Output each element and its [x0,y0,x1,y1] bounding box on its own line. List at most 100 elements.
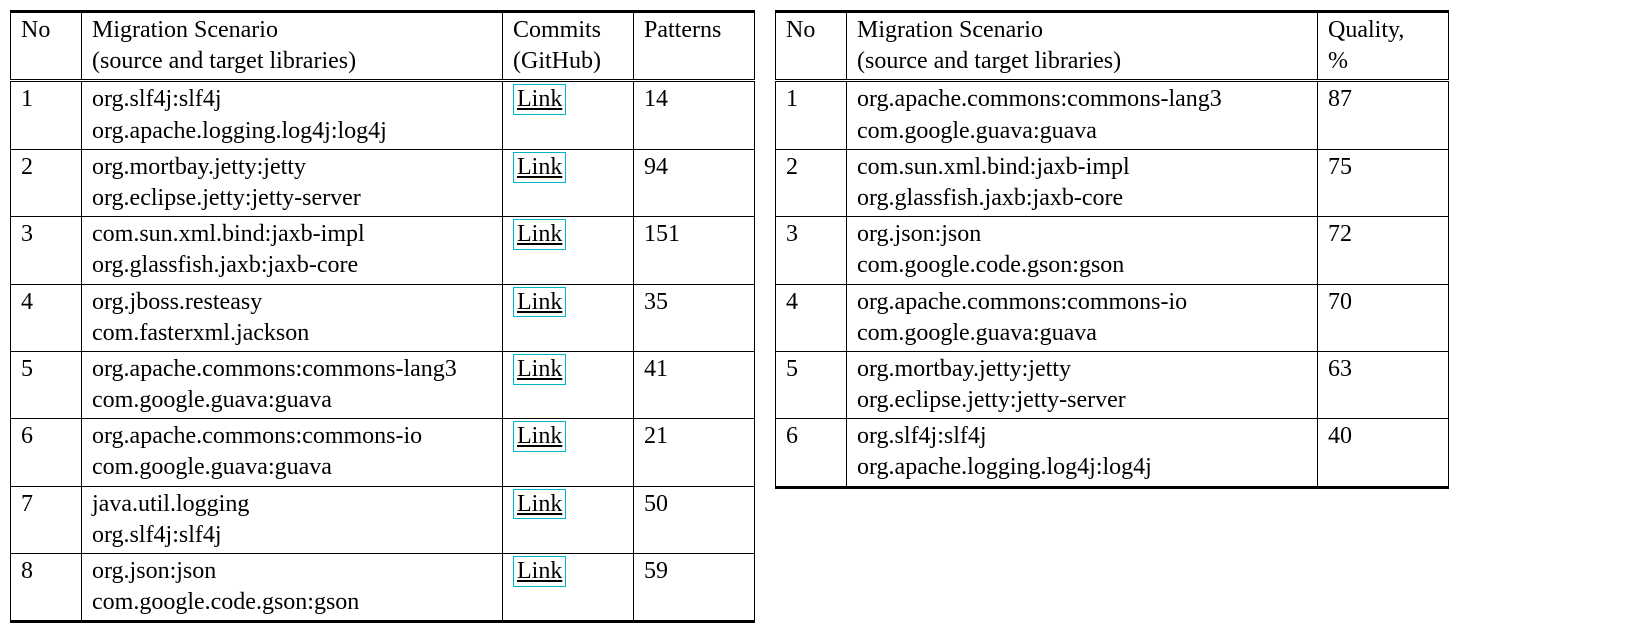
cell-patterns: 41 [634,351,755,418]
cell-scenario: org.json:json com.google.code.gson:gson [847,217,1318,284]
cell-scenario: org.mortbay.jetty:jetty org.eclipse.jetty… [847,351,1318,418]
scenario-target: org.slf4j:slf4j [92,522,222,548]
commits-patterns-table: No Migration Scenario (source and target… [10,10,755,623]
cell-commits: Link [503,149,634,216]
col-scenario: Migration Scenario (source and target li… [82,12,503,81]
cell-no: 1 [11,81,82,149]
commit-link[interactable]: Link [513,489,566,520]
cell-scenario: org.mortbay.jetty:jetty org.eclipse.jetty… [82,149,503,216]
cell-no: 7 [11,486,82,553]
scenario-source: org.apache.commons:commons-io [92,423,422,449]
col-patterns: Patterns [634,12,755,81]
cell-scenario: com.sun.xml.bind:jaxb-impl org.glassfish.… [82,217,503,284]
table-row: 1 org.slf4j:slf4j org.apache.logging.log4j… [11,81,755,149]
cell-quality: 72 [1318,217,1449,284]
scenario-source: org.apache.commons:commons-io [857,289,1187,315]
commit-link[interactable]: Link [513,421,566,452]
cell-patterns: 21 [634,419,755,486]
scenario-target: org.apache.logging.log4j:log4j [92,118,387,144]
cell-commits: Link [503,554,634,622]
table-row: 7java.util.loggingorg.slf4j:slf4jLink50 [11,486,755,553]
scenario-target: com.google.code.gson:gson [92,589,359,615]
scenario-source: org.jboss.resteasy [92,289,262,315]
col-commits-l2: (GitHub) [513,48,601,74]
table-row: 2 org.mortbay.jetty:jetty org.eclipse.jett… [11,149,755,216]
scenario-target: com.google.code.gson:gson [857,252,1124,278]
scenario-source: com.sun.xml.bind:jaxb-impl [857,154,1130,180]
cell-commits: Link [503,351,634,418]
cell-no: 5 [11,351,82,418]
table-row: 3 com.sun.xml.bind:jaxb-impl org.glassfish… [11,217,755,284]
scenario-target: org.glassfish.jaxb:jaxb-core [857,185,1123,211]
cell-quality: 63 [1318,351,1449,418]
commit-link[interactable]: Link [513,152,566,183]
scenario-source: org.mortbay.jetty:jetty [857,356,1071,382]
col-commits-l1: Commits [513,17,601,43]
col-scenario: Migration Scenario (source and target li… [847,12,1318,81]
col-no: No [776,12,847,81]
cell-scenario: org.apache.commons:commons-lang3 com.goog… [847,81,1318,149]
cell-commits: Link [503,486,634,553]
cell-commits: Link [503,419,634,486]
table-row: 5org.apache.commons:commons-lang3com.goo… [11,351,755,418]
cell-scenario: org.apache.commons:commons-lang3com.goog… [82,351,503,418]
col-quality-l2: % [1328,48,1348,74]
cell-scenario: org.jboss.resteasy com.fasterxml.jackson [82,284,503,351]
cell-quality: 70 [1318,284,1449,351]
col-scenario-l1: Migration Scenario [857,17,1043,43]
cell-patterns: 59 [634,554,755,622]
scenario-target: com.google.guava:guava [857,320,1097,346]
cell-patterns: 94 [634,149,755,216]
quality-table: No Migration Scenario (source and target… [775,10,1449,489]
scenario-target: org.eclipse.jetty:jetty-server [92,185,361,211]
scenario-target: org.glassfish.jaxb:jaxb-core [92,252,358,278]
scenario-source: org.json:json [857,221,981,247]
cell-no: 8 [11,554,82,622]
scenario-source: com.sun.xml.bind:jaxb-impl [92,221,365,247]
table-row: 3org.json:jsoncom.google.code.gson:gson7… [776,217,1449,284]
cell-scenario: org.apache.commons:commons-io com.google.… [82,419,503,486]
cell-quality: 75 [1318,149,1449,216]
table-row: 4org.jboss.resteasycom.fasterxml.jackson… [11,284,755,351]
cell-no: 2 [11,149,82,216]
commit-link[interactable]: Link [513,556,566,587]
table-row: 4 org.apache.commons:commons-io com.google… [776,284,1449,351]
scenario-target: org.eclipse.jetty:jetty-server [857,387,1126,413]
scenario-source: org.apache.commons:commons-lang3 [857,86,1222,112]
cell-no: 6 [776,419,847,487]
cell-quality: 87 [1318,81,1449,149]
scenario-source: org.slf4j:slf4j [92,86,222,112]
table-row: 6org.apache.commons:commons-iocom.google… [11,419,755,486]
scenario-target: com.google.guava:guava [857,118,1097,144]
col-quality: Quality, % [1318,12,1449,81]
commit-link[interactable]: Link [513,354,566,385]
scenario-source: java.util.logging [92,491,249,517]
cell-no: 5 [776,351,847,418]
cell-no: 4 [776,284,847,351]
col-scenario-l1: Migration Scenario [92,17,278,43]
commit-link[interactable]: Link [513,287,566,318]
col-scenario-l2: (source and target libraries) [92,48,356,74]
cell-scenario: org.slf4j:slf4j org.apache.logging.log4j:… [847,419,1318,487]
scenario-target: com.google.guava:guava [92,454,332,480]
scenario-target: com.fasterxml.jackson [92,320,309,346]
table-row: 2 com.sun.xml.bind:jaxb-impl org.glassfish… [776,149,1449,216]
scenario-source: org.apache.commons:commons-lang3 [92,356,457,382]
col-scenario-l2: (source and target libraries) [857,48,1121,74]
commit-link[interactable]: Link [513,219,566,250]
cell-patterns: 14 [634,81,755,149]
cell-scenario: org.json:json com.google.code.gson:gson [82,554,503,622]
scenario-source: org.slf4j:slf4j [857,423,987,449]
cell-no: 2 [776,149,847,216]
scenario-target: org.apache.logging.log4j:log4j [857,454,1152,480]
cell-no: 3 [11,217,82,284]
commit-link[interactable]: Link [513,84,566,115]
cell-scenario: com.sun.xml.bind:jaxb-impl org.glassfish.… [847,149,1318,216]
col-quality-l1: Quality, [1328,17,1404,43]
cell-patterns: 151 [634,217,755,284]
col-no: No [11,12,82,81]
cell-scenario: org.slf4j:slf4j org.apache.logging.log4j:… [82,81,503,149]
scenario-source: org.json:json [92,558,216,584]
table-row: 5 org.mortbay.jetty:jetty org.eclipse.jett… [776,351,1449,418]
scenario-source: org.mortbay.jetty:jetty [92,154,306,180]
